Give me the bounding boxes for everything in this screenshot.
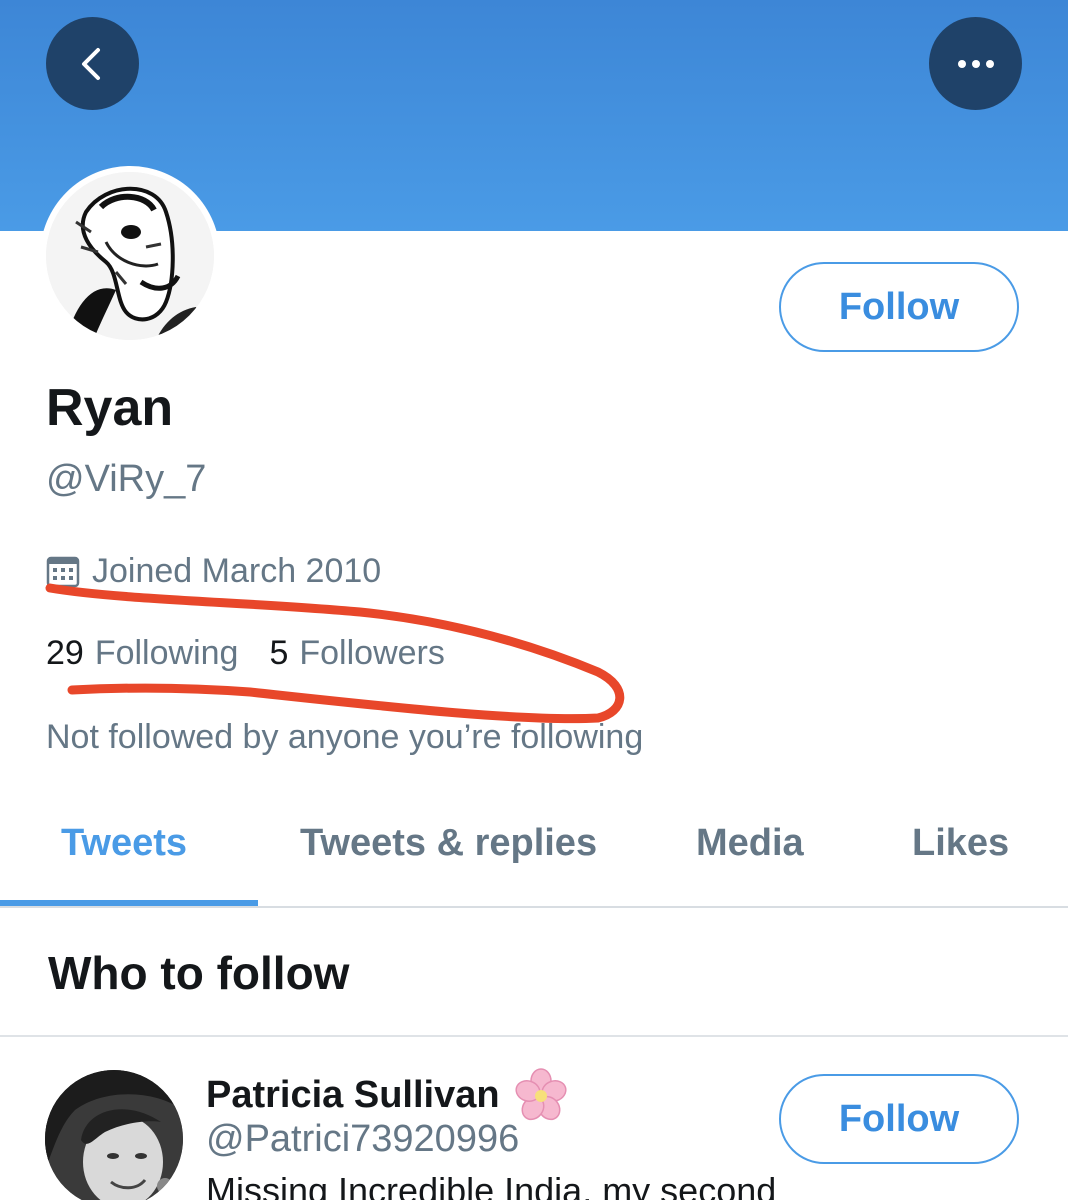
followers-stat[interactable]: 5 Followers — [269, 634, 444, 673]
mutual-followers-text: Not followed by anyone you’re following — [46, 718, 644, 756]
profile-tabs: Tweets Tweets & replies Media Likes — [0, 800, 1068, 908]
section-divider — [0, 1035, 1068, 1037]
suggestion-handle: @Patrici73920996 — [206, 1118, 520, 1160]
cherry-blossom-icon — [515, 1068, 567, 1121]
suggestion-name-row: Patricia Sullivan — [206, 1068, 568, 1122]
profile-handle: @ViRy_7 — [46, 458, 207, 500]
following-count: 29 — [46, 634, 84, 672]
tab-media[interactable]: Media — [696, 822, 804, 865]
chevron-left-icon — [81, 47, 100, 80]
followers-label: Followers — [299, 634, 445, 672]
suggestion-avatar-image — [45, 1070, 183, 1200]
following-stat[interactable]: 29 Following — [46, 634, 238, 673]
more-options-button[interactable] — [929, 17, 1022, 110]
following-label: Following — [94, 634, 239, 672]
ellipsis-icon — [957, 59, 994, 68]
profile-name: Ryan — [46, 379, 174, 437]
suggestion-follow-button[interactable]: Follow — [779, 1074, 1019, 1164]
tabs-divider — [0, 906, 1068, 908]
avatar-image — [46, 172, 214, 340]
joined-text: Joined March 2010 — [92, 552, 382, 590]
suggestion-name: Patricia Sullivan — [206, 1073, 500, 1116]
suggestion-avatar[interactable] — [45, 1070, 183, 1200]
who-to-follow-title: Who to follow — [48, 947, 350, 999]
profile-avatar[interactable] — [40, 166, 220, 346]
calendar-icon — [46, 556, 80, 587]
follow-button[interactable]: Follow — [779, 262, 1019, 352]
suggestion-bio: Missing Incredible India, my second — [206, 1170, 777, 1200]
tab-tweets[interactable]: Tweets — [61, 822, 187, 865]
follow-stats: 29 Following 5 Followers — [46, 634, 445, 673]
tab-tweets-replies[interactable]: Tweets & replies — [300, 822, 597, 865]
tab-likes[interactable]: Likes — [912, 822, 1009, 865]
followers-count: 5 — [269, 634, 289, 672]
back-button[interactable] — [46, 17, 139, 110]
joined-date: Joined March 2010 — [46, 552, 381, 591]
